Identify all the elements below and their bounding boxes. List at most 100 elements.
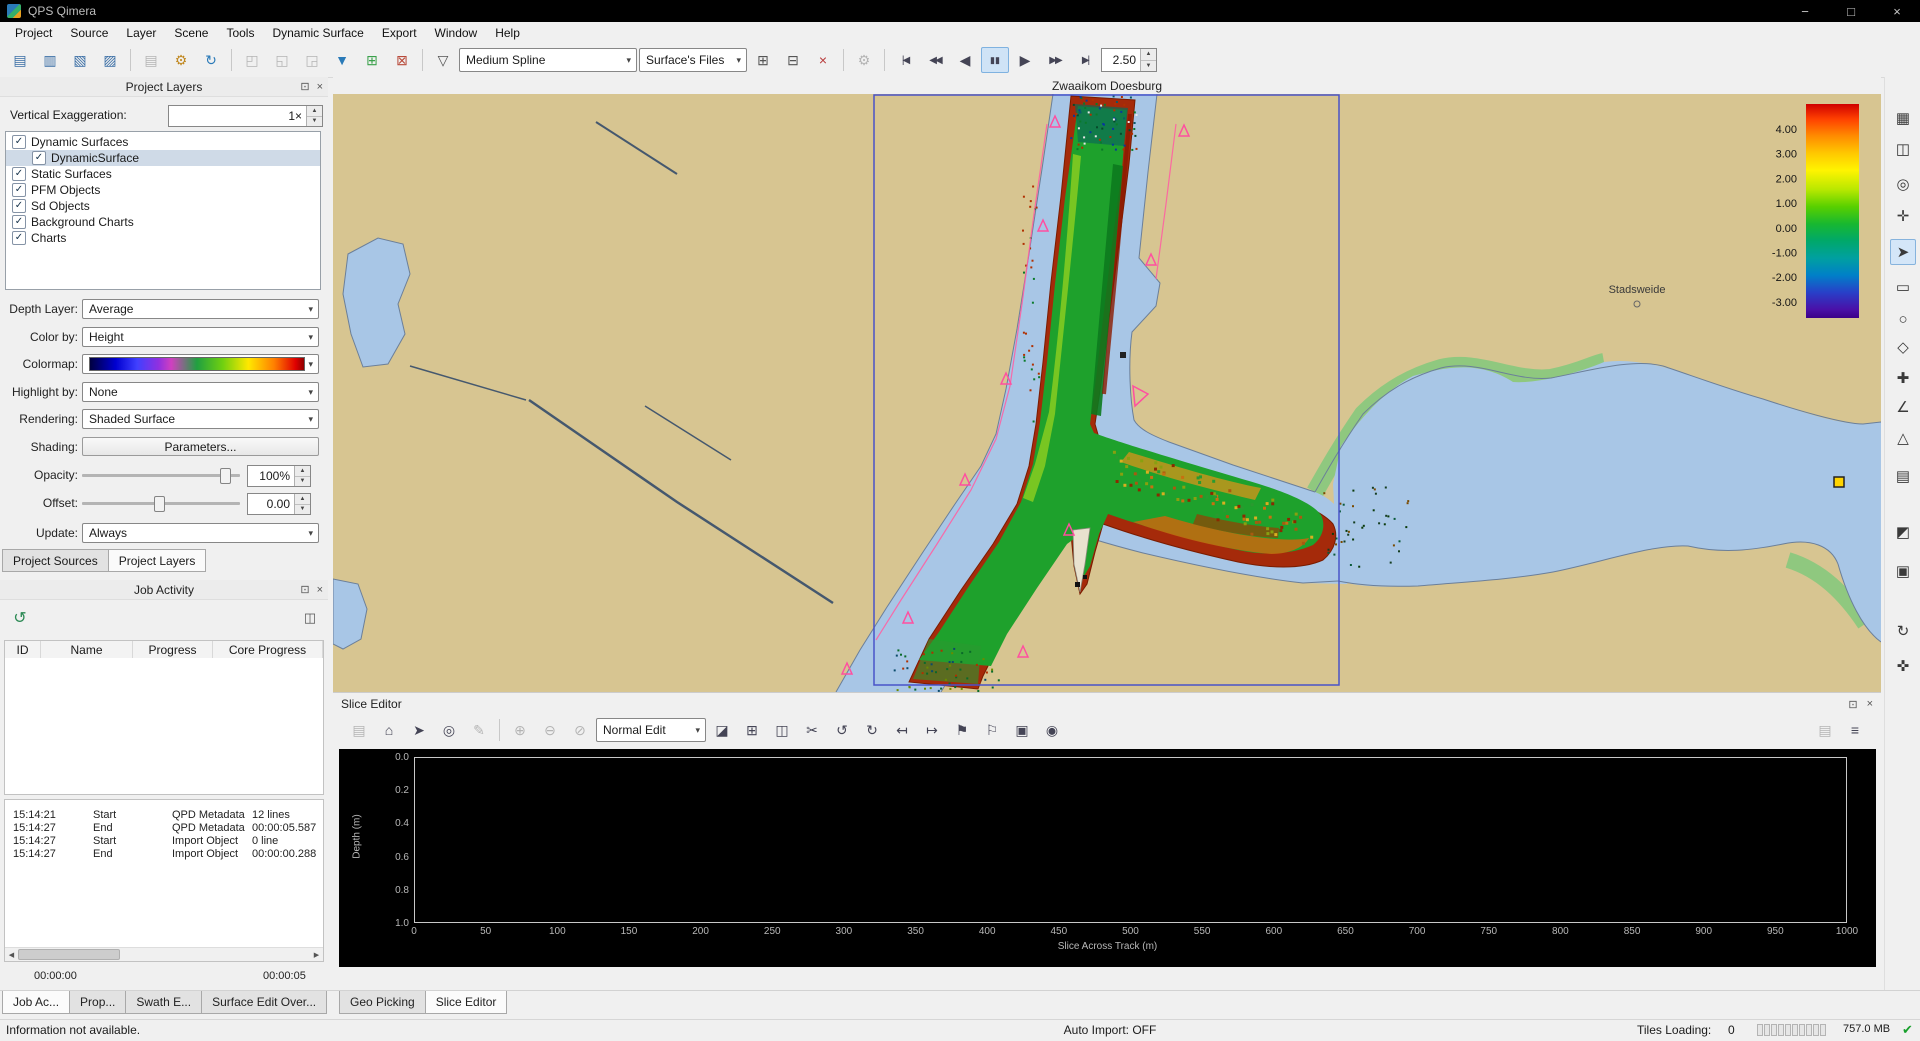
profile-icon[interactable]: △ bbox=[1890, 425, 1916, 451]
plot-options-icon[interactable]: ≡ bbox=[1841, 717, 1869, 743]
palette-icon[interactable]: ◩ bbox=[1890, 519, 1916, 545]
slice-plot[interactable]: Depth (m) Slice Across Track (m) 0.00.20… bbox=[339, 749, 1876, 967]
checkbox[interactable]: ✓ bbox=[12, 215, 26, 229]
tab-geo-picking[interactable]: Geo Picking bbox=[339, 991, 426, 1014]
close-panel-icon[interactable]: × bbox=[1867, 698, 1873, 711]
tab-surface-edit-over[interactable]: Surface Edit Over... bbox=[201, 991, 327, 1014]
shading-parameters-button[interactable]: Parameters... bbox=[82, 437, 319, 456]
edit-mode-select[interactable]: Normal Edit▾ bbox=[596, 718, 706, 742]
slider-handle[interactable] bbox=[154, 496, 165, 512]
slice-view-icon[interactable]: ◫ bbox=[1890, 136, 1916, 162]
scrollbar-thumb[interactable] bbox=[18, 949, 120, 960]
copy-slice-icon[interactable]: ◫ bbox=[768, 717, 796, 743]
reprocess-icon[interactable]: ↻ bbox=[197, 47, 225, 73]
step-back-button[interactable]: ◀ bbox=[951, 47, 979, 73]
home-view-icon[interactable]: ⌂ bbox=[375, 717, 403, 743]
layer-item-background-charts[interactable]: ✓Background Charts bbox=[6, 214, 320, 230]
tab-job-ac[interactable]: Job Ac... bbox=[2, 991, 70, 1014]
grid-view-icon[interactable]: ▦ bbox=[1890, 105, 1916, 131]
menu-tools[interactable]: Tools bbox=[217, 24, 263, 42]
column-id[interactable]: ID bbox=[5, 641, 41, 658]
measure-icon[interactable]: ∠ bbox=[1890, 394, 1916, 420]
skip-start-button[interactable]: |◀ bbox=[891, 47, 919, 73]
checkbox[interactable]: ✓ bbox=[12, 135, 26, 149]
fast-forward-button[interactable]: ▶▶ bbox=[1041, 47, 1069, 73]
layer-item-sd-objects[interactable]: ✓Sd Objects bbox=[6, 198, 320, 214]
zoom-window-icon[interactable]: ◎ bbox=[1890, 171, 1916, 197]
crosshair-icon[interactable]: ✛ bbox=[1890, 203, 1916, 229]
scan-file-icon[interactable]: ▧ bbox=[66, 47, 94, 73]
orbit-icon[interactable]: ✜ bbox=[1890, 653, 1916, 679]
menu-source[interactable]: Source bbox=[61, 24, 117, 42]
flag-reject-icon[interactable]: ⚐ bbox=[978, 717, 1006, 743]
play-button[interactable]: ▶ bbox=[1011, 47, 1039, 73]
column-name[interactable]: Name bbox=[41, 641, 133, 658]
layer-item-static-surfaces[interactable]: ✓Static Surfaces bbox=[6, 166, 320, 182]
zoom-icon[interactable]: ◎ bbox=[435, 717, 463, 743]
layer-item-pfm-objects[interactable]: ✓PFM Objects bbox=[6, 182, 320, 198]
grid-minus-icon[interactable]: ⊟ bbox=[779, 47, 807, 73]
spinner-buttons[interactable]: ▲▼ bbox=[294, 494, 310, 514]
spinner-buttons[interactable]: ▲▼ bbox=[306, 106, 322, 126]
checkbox[interactable]: ✓ bbox=[12, 231, 26, 245]
select-cursor-icon[interactable]: ➤ bbox=[1890, 239, 1916, 265]
depth-layer-select[interactable]: Average ▾ bbox=[82, 299, 319, 319]
float-panel-icon[interactable]: ⊡ bbox=[300, 80, 309, 93]
cut-icon[interactable]: ✂ bbox=[798, 717, 826, 743]
float-panel-icon[interactable]: ⊡ bbox=[1848, 698, 1857, 711]
pan-icon[interactable]: ✚ bbox=[1890, 365, 1916, 391]
scene-view[interactable]: Stadsweide 4.003.002.001.000.00-1.00-2.0… bbox=[333, 94, 1881, 692]
fast-rewind-button[interactable]: ◀◀ bbox=[921, 47, 949, 73]
rendering-select[interactable]: Shaded Surface ▾ bbox=[82, 409, 319, 429]
colormap-select[interactable]: ▾ bbox=[82, 354, 319, 374]
lasso-select-icon[interactable]: ○ bbox=[1890, 306, 1916, 332]
menu-layer[interactable]: Layer bbox=[117, 24, 165, 42]
column-progress[interactable]: Progress bbox=[133, 641, 213, 658]
horizontal-scrollbar[interactable]: ◀ ▶ bbox=[5, 947, 323, 961]
menu-project[interactable]: Project bbox=[6, 24, 61, 42]
clear-selection-icon[interactable]: × bbox=[809, 47, 837, 73]
vertical-exaggeration-input[interactable]: 1× ▲▼ bbox=[168, 105, 323, 127]
export-file-icon[interactable]: ▨ bbox=[96, 47, 124, 73]
minimize-button[interactable]: − bbox=[1782, 0, 1828, 22]
settings-gears-icon[interactable]: ⚙ bbox=[167, 47, 195, 73]
export-surface-icon[interactable]: ▼ bbox=[328, 47, 356, 73]
checkbox[interactable]: ✓ bbox=[32, 151, 46, 165]
close-panel-icon[interactable]: × bbox=[317, 584, 323, 596]
color-by-select[interactable]: Height ▾ bbox=[82, 327, 319, 347]
surface-files-select[interactable]: Surface's Files▾ bbox=[639, 48, 747, 72]
chart-icon[interactable]: ▤ bbox=[1890, 463, 1916, 489]
filter-spline-icon[interactable]: ▽ bbox=[429, 47, 457, 73]
update-select[interactable]: Always ▾ bbox=[82, 523, 319, 543]
menu-help[interactable]: Help bbox=[486, 24, 529, 42]
job-log-box[interactable]: 15:14:21StartQPD Metadata12 lines15:14:2… bbox=[4, 799, 324, 962]
slider-handle[interactable] bbox=[220, 468, 231, 484]
job-table[interactable] bbox=[4, 658, 324, 795]
slice-back-icon[interactable]: ↤ bbox=[888, 717, 916, 743]
slice-forward-icon[interactable]: ↦ bbox=[918, 717, 946, 743]
tab-slice-editor[interactable]: Slice Editor bbox=[425, 991, 508, 1014]
cursor-icon[interactable]: ➤ bbox=[405, 717, 433, 743]
skip-end-button[interactable]: ▶| bbox=[1071, 47, 1099, 73]
spinner-buttons[interactable]: ▲▼ bbox=[294, 466, 310, 486]
maximize-button[interactable]: □ bbox=[1828, 0, 1874, 22]
offset-spinbox[interactable]: 0.00 ▲▼ bbox=[247, 493, 311, 515]
menu-export[interactable]: Export bbox=[373, 24, 426, 42]
spinner-buttons[interactable]: ▲▼ bbox=[1140, 49, 1156, 71]
close-panel-icon[interactable]: × bbox=[317, 81, 323, 93]
3d-view-icon[interactable]: ▣ bbox=[1890, 558, 1916, 584]
rect-select-icon[interactable]: ▭ bbox=[1890, 274, 1916, 300]
tab-swath-e[interactable]: Swath E... bbox=[125, 991, 202, 1014]
grid-icon[interactable]: ⊞ bbox=[738, 717, 766, 743]
undo-icon[interactable]: ↺ bbox=[828, 717, 856, 743]
camera-icon[interactable]: ◉ bbox=[1038, 717, 1066, 743]
layer-item-dynamic-surfaces[interactable]: ✓Dynamic Surfaces bbox=[6, 134, 320, 150]
pause-button[interactable]: ▮▮ bbox=[981, 47, 1009, 73]
flag-accept-icon[interactable]: ⚑ bbox=[948, 717, 976, 743]
checkbox[interactable]: ✓ bbox=[12, 167, 26, 181]
playback-speed-spin[interactable]: 2.50▲▼ bbox=[1101, 48, 1157, 72]
close-button[interactable]: × bbox=[1874, 0, 1920, 22]
checkbox[interactable]: ✓ bbox=[12, 199, 26, 213]
eraser-icon[interactable]: ◪ bbox=[708, 717, 736, 743]
scroll-right-icon[interactable]: ▶ bbox=[310, 948, 323, 961]
